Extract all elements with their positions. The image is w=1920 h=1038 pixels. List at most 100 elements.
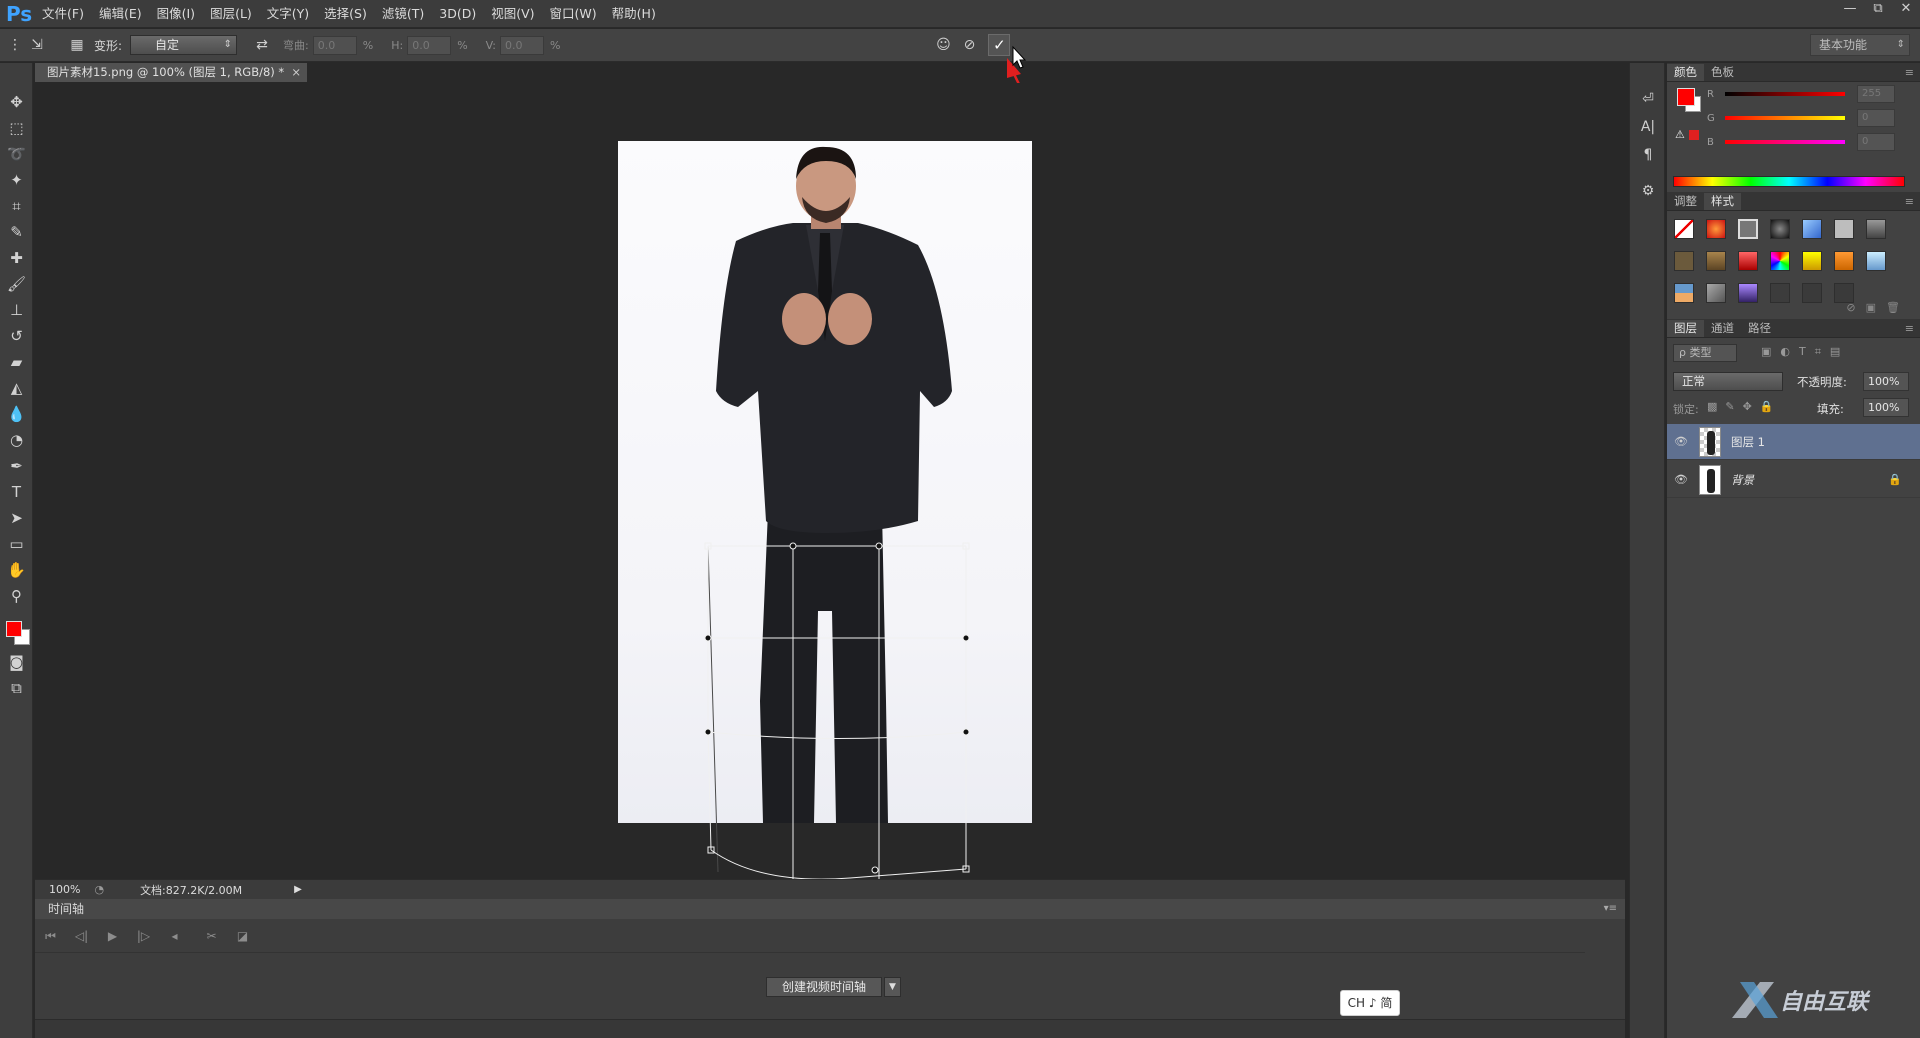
menu-file[interactable]: 文件(F): [34, 0, 91, 28]
red-value-input[interactable]: 255: [1857, 85, 1895, 103]
transition-icon[interactable]: ◪: [227, 923, 258, 949]
crop-tool-icon[interactable]: ⌗: [0, 193, 33, 219]
tab-swatches[interactable]: 色板: [1704, 64, 1741, 81]
style-swatch-19[interactable]: [1802, 283, 1822, 303]
warp-mesh[interactable]: [700, 540, 980, 885]
blue-slider[interactable]: [1725, 140, 1845, 144]
first-frame-icon[interactable]: ⏮: [35, 923, 66, 949]
tab-styles[interactable]: 样式: [1704, 193, 1741, 210]
layer-row-background[interactable]: 👁 背景 🔒: [1667, 462, 1920, 498]
visibility-eye-icon[interactable]: 👁: [1667, 435, 1695, 448]
green-value-input[interactable]: 0: [1857, 109, 1895, 127]
style-swatch-16[interactable]: [1706, 283, 1726, 303]
green-slider[interactable]: [1725, 116, 1845, 120]
menu-3d[interactable]: 3D(D): [431, 0, 483, 28]
fill-input[interactable]: 100%: [1863, 398, 1909, 417]
style-swatch-13[interactable]: [1834, 251, 1854, 271]
zoom-tool-icon[interactable]: ⚲: [0, 583, 33, 609]
hand-tool-icon[interactable]: ✋: [0, 557, 33, 583]
quick-mask-icon[interactable]: ◙: [0, 649, 33, 675]
close-document-icon[interactable]: ×: [291, 63, 301, 82]
rectangle-tool-icon[interactable]: ▭: [0, 531, 33, 557]
style-swatch-4[interactable]: [1770, 219, 1790, 239]
play-icon[interactable]: ▶: [97, 923, 128, 949]
minimize-button[interactable]: —: [1836, 0, 1864, 18]
style-swatch-6[interactable]: [1834, 219, 1854, 239]
layer-filter-select[interactable]: ρ 类型: [1673, 344, 1737, 362]
menu-help[interactable]: 帮助(H): [604, 0, 663, 28]
style-swatch-12[interactable]: [1802, 251, 1822, 271]
marquee-tool-icon[interactable]: ⬚: [0, 115, 33, 141]
ime-indicator[interactable]: CH ♪ 简: [1340, 990, 1400, 1016]
tab-channels[interactable]: 通道: [1704, 320, 1741, 337]
zoom-level[interactable]: 100%: [49, 883, 80, 896]
tab-paths[interactable]: 路径: [1741, 320, 1778, 337]
audio-icon[interactable]: ◂: [159, 923, 190, 949]
eraser-tool-icon[interactable]: ▰: [0, 349, 33, 375]
style-swatch-18[interactable]: [1770, 283, 1790, 303]
style-swatch-7[interactable]: [1866, 219, 1886, 239]
tab-adjustments[interactable]: 调整: [1667, 193, 1704, 210]
visibility-eye-icon[interactable]: 👁: [1667, 473, 1695, 486]
menu-select[interactable]: 选择(S): [316, 0, 374, 28]
tab-layers[interactable]: 图层: [1667, 320, 1704, 337]
paint-bucket-tool-icon[interactable]: ◭: [0, 375, 33, 401]
move-tool-icon[interactable]: ✥: [0, 89, 33, 115]
color-swatches[interactable]: [0, 609, 32, 649]
lasso-tool-icon[interactable]: ➰: [0, 141, 33, 167]
transform-tool-preset-icon[interactable]: ⇲: [26, 34, 48, 56]
color-panel-menu-icon[interactable]: ≡: [1905, 64, 1914, 81]
history-panel-icon[interactable]: ⏎: [1630, 85, 1666, 113]
properties-panel-icon[interactable]: ⚙: [1630, 177, 1666, 205]
screen-mode-icon[interactable]: ⧉: [0, 675, 33, 701]
style-swatch-9[interactable]: [1706, 251, 1726, 271]
blend-mode-select[interactable]: 正常: [1673, 372, 1783, 391]
document-tab[interactable]: 图片素材15.png @ 100% (图层 1, RGB/8) * ×: [35, 63, 307, 82]
blue-value-input[interactable]: 0: [1857, 133, 1895, 151]
create-timeline-dropdown-icon[interactable]: ▼: [884, 977, 901, 997]
eyedropper-tool-icon[interactable]: ✎: [0, 219, 33, 245]
menu-view[interactable]: 视图(V): [483, 0, 541, 28]
style-swatch-8[interactable]: [1674, 251, 1694, 271]
red-slider[interactable]: [1725, 92, 1845, 96]
menu-filter[interactable]: 滤镜(T): [374, 0, 431, 28]
healing-brush-tool-icon[interactable]: ✚: [0, 245, 33, 271]
layer-name[interactable]: 图层 1: [1731, 434, 1765, 450]
opacity-input[interactable]: 100%: [1863, 372, 1909, 391]
brush-tool-icon[interactable]: 🖌: [0, 271, 33, 297]
lock-icons[interactable]: ▩✎✥🔒: [1707, 400, 1782, 413]
previous-frame-icon[interactable]: ◁|: [66, 923, 97, 949]
color-spectrum-ramp[interactable]: [1673, 176, 1905, 187]
next-frame-icon[interactable]: |▷: [128, 923, 159, 949]
tab-color[interactable]: 颜色: [1667, 64, 1704, 81]
style-swatch-3[interactable]: [1738, 219, 1758, 239]
warp-orientation-icon[interactable]: ⇄: [251, 34, 273, 56]
paragraph-panel-icon[interactable]: ¶: [1630, 141, 1666, 169]
menu-layer[interactable]: 图层(L): [202, 0, 259, 28]
menu-image[interactable]: 图像(I): [149, 0, 202, 28]
layer-filter-icons[interactable]: ▣◐T⌗▤: [1761, 345, 1849, 359]
styles-panel-menu-icon[interactable]: ≡: [1905, 193, 1914, 210]
character-panel-icon[interactable]: A|: [1630, 113, 1666, 141]
magic-wand-tool-icon[interactable]: ✦: [0, 167, 33, 193]
reference-point-grid-icon[interactable]: ▦: [66, 34, 88, 56]
style-swatch-15[interactable]: [1674, 283, 1694, 303]
status-info-icon[interactable]: ◔: [94, 883, 104, 896]
workspace-select[interactable]: 基本功能: [1810, 34, 1910, 56]
warp-style-select[interactable]: 自定: [130, 35, 238, 55]
menu-window[interactable]: 窗口(W): [542, 0, 604, 28]
style-swatch-5[interactable]: [1802, 219, 1822, 239]
layer-name[interactable]: 背景: [1731, 472, 1754, 488]
style-none-swatch[interactable]: [1674, 219, 1694, 239]
style-swatch-14[interactable]: [1866, 251, 1886, 271]
pen-tool-icon[interactable]: ✒: [0, 453, 33, 479]
styles-footer-icons[interactable]: ⊘▣🗑: [1846, 301, 1910, 314]
menu-type[interactable]: 文字(Y): [259, 0, 316, 28]
dodge-tool-icon[interactable]: ◔: [0, 427, 33, 453]
style-swatch-17[interactable]: [1738, 283, 1758, 303]
h-distortion-input[interactable]: 0.0: [407, 35, 452, 55]
path-selection-tool-icon[interactable]: ➤: [0, 505, 33, 531]
close-window-button[interactable]: ✕: [1892, 0, 1920, 18]
blur-tool-icon[interactable]: 💧: [0, 401, 33, 427]
layer-row-layer1[interactable]: 👁 图层 1: [1667, 424, 1920, 460]
